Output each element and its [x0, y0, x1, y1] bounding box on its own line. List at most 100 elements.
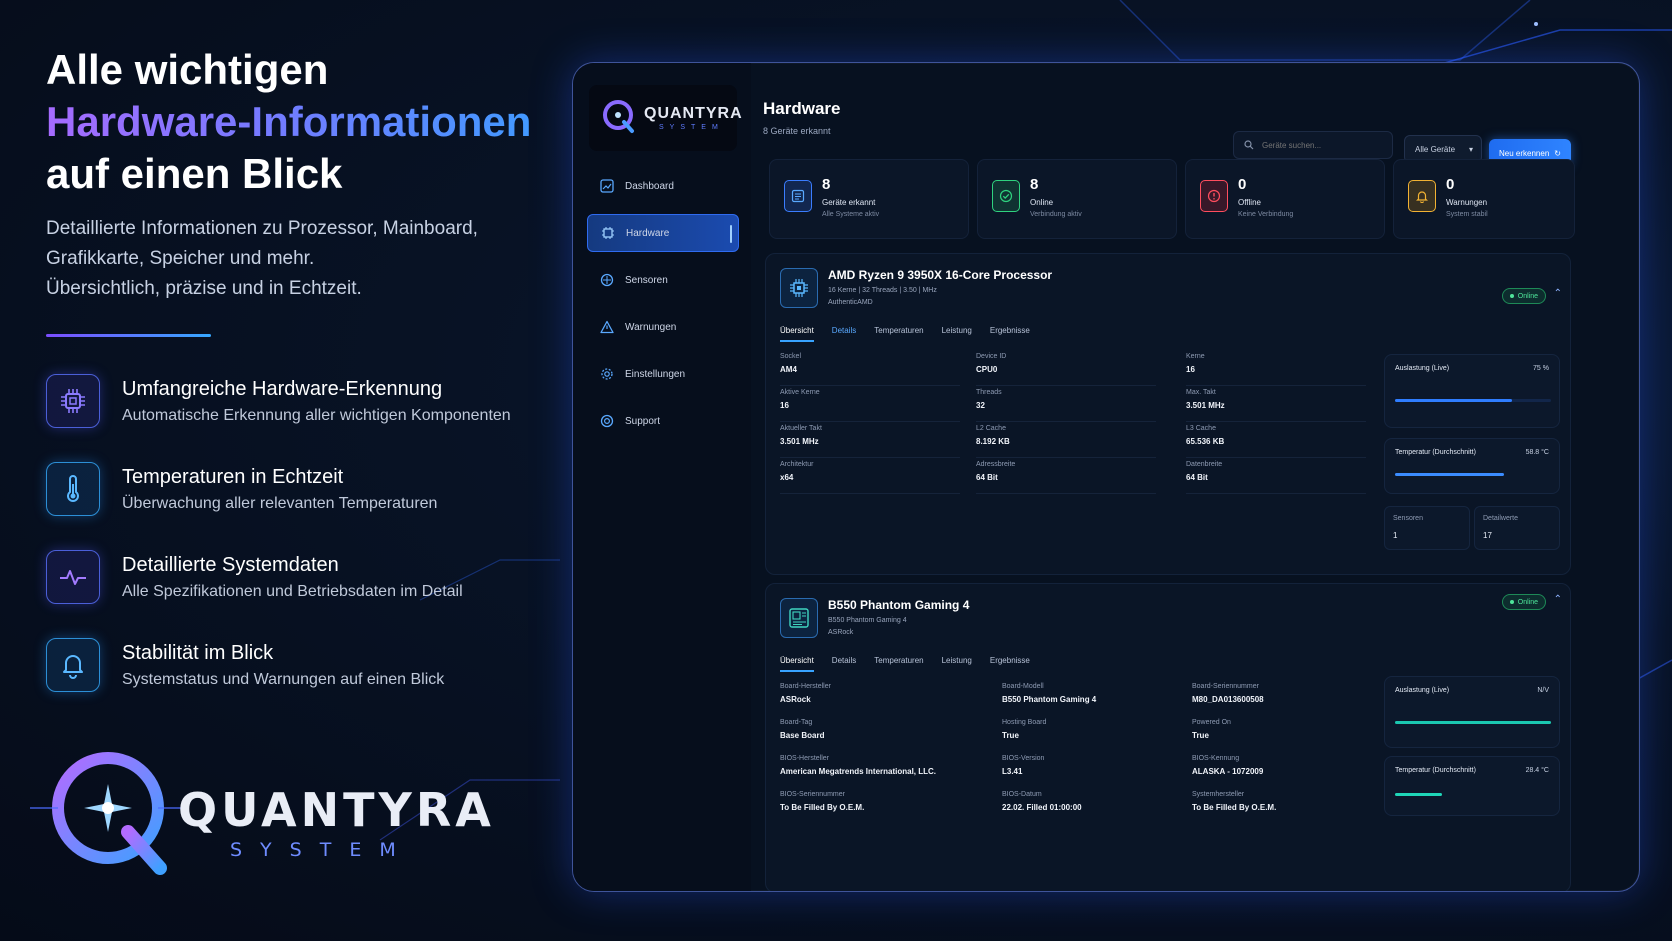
cpu-icon [46, 374, 100, 428]
chevron-down-icon: ▾ [1468, 145, 1473, 154]
temperature-value: 28.4 °C [1525, 767, 1549, 774]
sidebar-item-label: Sensoren [625, 274, 668, 286]
tab-leistung[interactable]: Leistung [942, 326, 972, 342]
q-logo-icon [603, 100, 634, 133]
stat-label: Online [1030, 198, 1054, 207]
field-label: Device ID [976, 353, 1007, 360]
field-value: CPU0 [976, 365, 998, 374]
feature-title: Umfangreiche Hardware-Erkennung [122, 377, 443, 400]
field-label: BIOS-Datum [1002, 791, 1042, 798]
field-row: Max. Takt 3.501 MHz [1186, 386, 1366, 422]
field-column: Board-Modell B550 Phantom Gaming 4 Hostin… [1002, 680, 1182, 824]
field-label: L3 Cache [1186, 425, 1216, 432]
status-badge: Online [1501, 594, 1546, 610]
field-value: B550 Phantom Gaming 4 [1002, 695, 1097, 704]
device-card-mainboard: B550 Phantom Gaming 4 B550 Phantom Gamin… [765, 583, 1571, 891]
device-vendor: ASRock [828, 629, 854, 636]
sidebar-item-label: Einstellungen [625, 368, 686, 380]
field-row: Threads 32 [976, 386, 1156, 422]
field-row: Board-Hersteller ASRock [780, 680, 990, 716]
hero-description-line-2: Grafikkarte, Speicher und mehr. [46, 248, 315, 269]
search-box[interactable] [1233, 131, 1393, 159]
field-row: Aktive Kerne 16 [780, 386, 960, 422]
temperature-panel: Temperatur (Durchschnitt) 28.4 °C [1384, 756, 1560, 816]
temperature-value: 58.8 °C [1525, 449, 1549, 456]
headline-line-3: auf einen Blick [46, 150, 343, 197]
mini-value: 17 [1483, 531, 1492, 540]
sidebar-item-hardware[interactable]: Hardware [587, 214, 739, 252]
feature-title: Stabilität im Blick [122, 641, 274, 664]
tab-temperaturen[interactable]: Temperaturen [874, 326, 923, 342]
mini-label: Sensoren [1393, 515, 1423, 522]
feature-description: Systemstatus und Warnungen auf einen Bli… [122, 670, 445, 688]
feature-item: Umfangreiche Hardware-Erkennung Automati… [46, 373, 546, 429]
field-column: Board-Seriennummer M80_DA013600508 Powere… [1192, 680, 1372, 824]
tab-details[interactable]: Details [832, 326, 856, 342]
load-label: Auslastung (Live) [1395, 687, 1450, 694]
field-value: ASRock [780, 695, 811, 704]
feature-description: Alle Spezifikationen und Betriebsdaten i… [122, 582, 463, 600]
field-label: Hosting Board [1002, 719, 1047, 726]
stat-sub: Alle Systeme aktiv [822, 211, 880, 218]
app-window: QUANTYRA SYSTEM Dashboard Hardware Senso… [572, 62, 1640, 892]
stat-value: 0 [1238, 176, 1247, 193]
collapse-chevron-icon[interactable]: ⌃ [1554, 288, 1562, 299]
stat-value: 8 [822, 176, 831, 193]
field-value: American Megatrends International, LLC. [780, 767, 937, 776]
brand-logo: QUANTYRA SYSTEM [20, 728, 491, 888]
device-meta: 16 Kerne | 32 Threads | 3.50 | MHz [828, 287, 937, 294]
sidebar-item-dashboard[interactable]: Dashboard [587, 167, 739, 205]
feature-title: Temperaturen in Echtzeit [122, 465, 344, 488]
sidebar-item-support[interactable]: Support [587, 402, 739, 440]
sidebar-item-label: Warnungen [625, 321, 677, 333]
sidebar-item-sensoren[interactable]: Sensoren [587, 261, 739, 299]
feature-description: Automatische Erkennung aller wichtigen K… [122, 406, 511, 424]
field-row: L2 Cache 8.192 KB [976, 422, 1156, 458]
hero-description-line-1: Detaillierte Informationen zu Prozessor,… [46, 218, 478, 239]
feature-item: Temperaturen in Echtzeit Überwachung all… [46, 461, 546, 517]
hero-description-line-3: Übersichtlich, präzise und in Echtzeit. [46, 278, 362, 299]
field-row: Kerne 16 [1186, 350, 1366, 386]
field-label: Threads [976, 389, 1002, 396]
sensor-icon [599, 272, 615, 288]
list-icon [784, 180, 812, 212]
sidebar-item-einstellungen[interactable]: Einstellungen [587, 355, 739, 393]
device-card-cpu: AMD Ryzen 9 3950X 16-Core Processor 16 K… [765, 253, 1571, 575]
chip-icon [600, 225, 616, 241]
tab-temperaturen[interactable]: Temperaturen [874, 656, 923, 672]
field-row: BIOS-Seriennummer To Be Filled By O.E.M. [780, 788, 990, 824]
load-panel: Auslastung (Live) N/V [1384, 676, 1560, 748]
stats-row: 8 Geräte erkannt Alle Systeme aktiv 8 On… [769, 159, 1575, 239]
search-input[interactable] [1262, 140, 1382, 150]
dashboard-icon [599, 178, 615, 194]
tab-leistung[interactable]: Leistung [942, 656, 972, 672]
stat-value: 0 [1446, 176, 1455, 193]
accent-divider [46, 334, 211, 337]
field-row: L3 Cache 65.536 KB [1186, 422, 1366, 458]
field-row: Board-Modell B550 Phantom Gaming 4 [1002, 680, 1182, 716]
sidebar-item-label: Dashboard [625, 180, 674, 192]
field-row: Hosting Board True [1002, 716, 1182, 752]
tab-uebersicht[interactable]: Übersicht [780, 326, 814, 342]
field-label: Board-Hersteller [780, 683, 831, 690]
sidebar-nav: Dashboard Hardware Sensoren Warnungen Ei… [587, 167, 739, 449]
tab-ergebnisse[interactable]: Ergebnisse [990, 656, 1030, 672]
q-logo-icon [30, 752, 186, 875]
feature-item: Stabilität im Blick Systemstatus und War… [46, 637, 546, 693]
tab-details[interactable]: Details [832, 656, 856, 672]
tab-ergebnisse[interactable]: Ergebnisse [990, 326, 1030, 342]
field-label: Sockel [780, 353, 802, 360]
stat-card-detected: 8 Geräte erkannt Alle Systeme aktiv [769, 159, 969, 239]
device-tabs: Übersicht Details Temperaturen Leistung … [780, 656, 1048, 672]
sidebar-item-warnungen[interactable]: Warnungen [587, 308, 739, 346]
headline: Alle wichtigen Hardware-Informationen au… [46, 44, 546, 200]
main-content: Hardware 8 Geräte erkannt Alle Geräte ▾ … [763, 63, 1639, 891]
collapse-chevron-icon[interactable]: ⌃ [1554, 594, 1562, 605]
field-row: Board-Seriennummer M80_DA013600508 [1192, 680, 1372, 716]
field-value: 64 Bit [976, 473, 998, 482]
field-row: Sockel AM4 [780, 350, 960, 386]
stat-value: 8 [1030, 176, 1039, 193]
tab-uebersicht[interactable]: Übersicht [780, 656, 814, 672]
field-row: Powered On True [1192, 716, 1372, 752]
load-line [1395, 721, 1551, 724]
